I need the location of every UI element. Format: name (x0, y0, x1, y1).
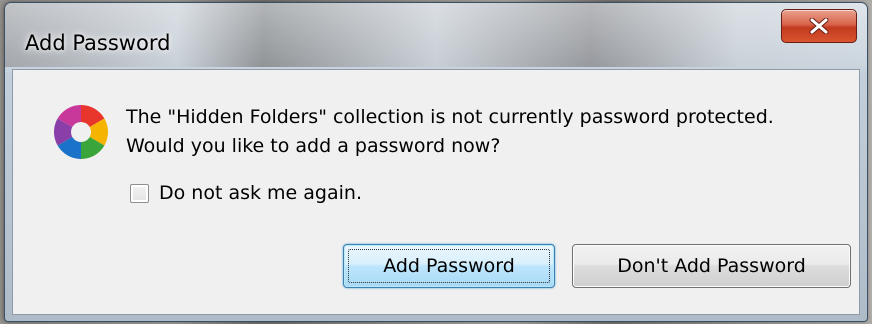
close-icon (809, 18, 829, 34)
dialog-content: The "Hidden Folders" collection is not c… (12, 69, 860, 315)
message-line-1: The "Hidden Folders" collection is not c… (126, 106, 774, 128)
dialog-window: Add Password The "Hidden Folders" collec… (4, 2, 868, 322)
dont-ask-again-option[interactable]: Do not ask me again. (130, 182, 362, 204)
dialog-message: The "Hidden Folders" collection is not c… (126, 103, 846, 161)
message-line-2: Would you like to add a password now? (126, 135, 501, 157)
dont-ask-again-checkbox[interactable] (130, 183, 149, 203)
add-password-button[interactable]: Add Password (343, 244, 555, 288)
dont-ask-again-label[interactable]: Do not ask me again. (159, 182, 362, 204)
focus-rectangle (348, 249, 550, 283)
close-button[interactable] (781, 9, 857, 43)
dont-add-password-button[interactable]: Don't Add Password (572, 244, 851, 288)
window-title: Add Password (25, 31, 171, 55)
dont-add-password-label: Don't Add Password (617, 255, 806, 277)
picasa-logo-icon (53, 104, 109, 159)
